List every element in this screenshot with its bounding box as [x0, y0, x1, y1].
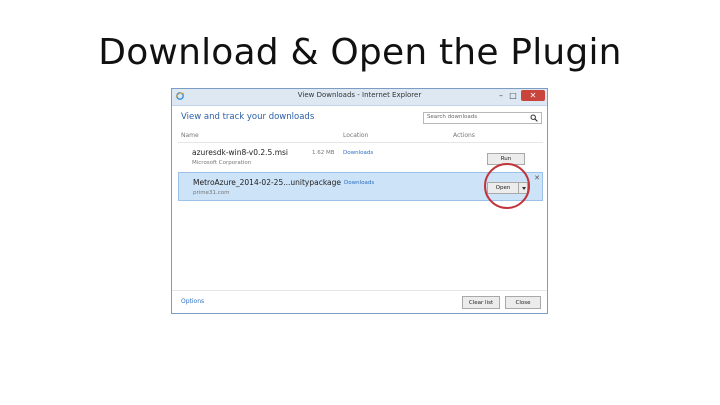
file-publisher: prime31.com: [193, 190, 230, 196]
close-window-button[interactable]: ✕: [521, 90, 545, 101]
file-location-link[interactable]: Downloads: [343, 150, 373, 156]
options-link[interactable]: Options: [181, 298, 204, 305]
footer-bar: Options Clear list Close: [172, 290, 547, 313]
download-row[interactable]: azuresdk-win8-v0.2.5.msi Microsoft Corpo…: [178, 142, 543, 173]
panel-header-title: View and track your downloads: [181, 112, 315, 122]
slide-title: Download & Open the Plugin: [98, 32, 622, 73]
maximize-button[interactable]: □: [507, 90, 519, 101]
minimize-button[interactable]: –: [495, 90, 507, 101]
file-name: azuresdk-win8-v0.2.5.msi: [192, 148, 288, 157]
column-header-location: Location: [343, 132, 369, 139]
close-button[interactable]: Close: [505, 296, 541, 309]
window-title: View Downloads - Internet Explorer: [297, 91, 422, 99]
file-name: MetroAzure_2014-02-25...unitypackage: [193, 178, 342, 187]
file-location-link[interactable]: Downloads: [344, 180, 374, 186]
column-header-actions: Actions: [453, 132, 475, 139]
column-header-name: Name: [181, 132, 199, 139]
title-bar[interactable]: View Downloads - Internet Explorer – □ ✕: [172, 89, 547, 106]
search-input[interactable]: Search downloads: [423, 112, 542, 124]
file-publisher: Microsoft Corporation: [192, 160, 252, 166]
remove-download-icon[interactable]: ✕: [534, 174, 540, 182]
file-size: 1.62 MB: [312, 150, 335, 156]
clear-list-button[interactable]: Clear list: [462, 296, 500, 309]
search-placeholder: Search downloads: [427, 114, 478, 120]
highlight-circle-annotation: [484, 163, 530, 209]
search-icon[interactable]: [530, 114, 538, 122]
